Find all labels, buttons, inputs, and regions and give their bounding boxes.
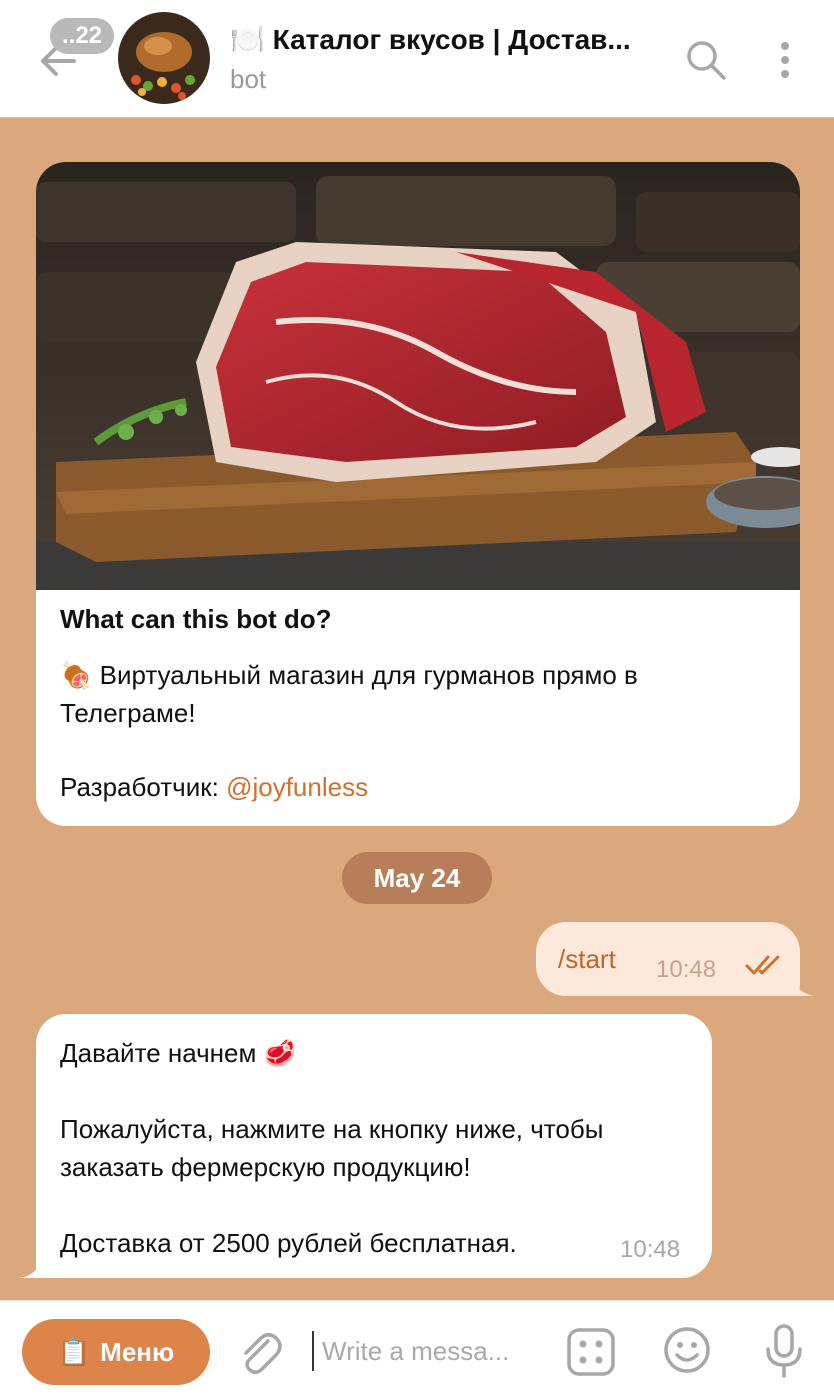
search-icon[interactable] — [684, 38, 728, 82]
message-line: Пожалуйста, нажмите на кнопку ниже, чтоб… — [60, 1114, 604, 1144]
chat-title[interactable]: 🍽️ Каталог вкусов | Достав... — [230, 20, 670, 60]
developer-link[interactable]: @joyfunless — [226, 772, 368, 802]
message-text: /start — [558, 944, 616, 974]
message-time: 10:48 — [656, 956, 717, 983]
message-line: Давайте начнем 🥩 — [60, 1038, 296, 1068]
date-divider: May 24 — [342, 852, 492, 904]
menu-button-label: Меню — [100, 1336, 175, 1367]
incoming-message[interactable]: Давайте начнем 🥩 Пожалуйста, нажмите на … — [36, 1014, 712, 1278]
message-line: Доставка от 2500 рублей бесплатная. — [60, 1228, 517, 1258]
bot-commands-icon[interactable] — [566, 1327, 616, 1377]
unread-count-badge: ..22 — [50, 18, 114, 54]
message-time: 10:48 — [620, 1236, 681, 1263]
developer-line: Разработчик: @joyfunless — [60, 772, 368, 803]
bot-intro-image — [36, 162, 800, 590]
message-input[interactable] — [312, 1331, 540, 1371]
developer-label: Разработчик: — [60, 772, 227, 802]
message-line: заказать фермерскую продукцию! — [60, 1152, 471, 1182]
intro-description: 🍖 Виртуальный магазин для гурманов прямо… — [60, 660, 638, 728]
chat-subtitle: bot — [230, 64, 267, 94]
intro-heading: What can this bot do? — [60, 604, 332, 634]
message-composer: 📋 Меню — [0, 1300, 834, 1400]
bot-avatar[interactable] — [118, 12, 210, 104]
emoji-icon[interactable] — [662, 1325, 712, 1375]
read-checkmarks-icon — [745, 955, 780, 975]
outgoing-message[interactable]: /start 10:48 — [536, 922, 800, 996]
bot-intro-card: What can this bot do? 🍖 Виртуальный мага… — [36, 162, 800, 826]
microphone-icon[interactable] — [762, 1323, 806, 1379]
paperclip-icon[interactable] — [236, 1327, 282, 1377]
more-options-icon[interactable] — [770, 38, 800, 82]
chat-header: ..22 🍽️ Каталог вкусов | Достав... bot — [0, 0, 834, 118]
bot-menu-button[interactable]: 📋 Меню — [22, 1319, 210, 1385]
clipboard-icon: 📋 — [57, 1336, 91, 1367]
